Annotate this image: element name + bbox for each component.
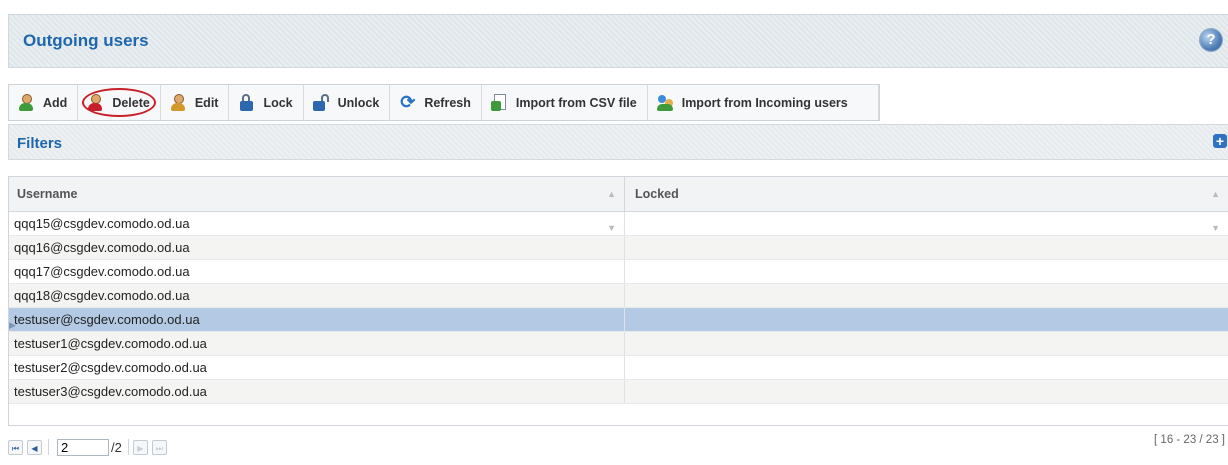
- import-incoming-users-button[interactable]: Import from Incoming users: [648, 85, 879, 120]
- delete-button-label: Delete: [112, 95, 150, 110]
- edit-button[interactable]: Edit: [161, 85, 230, 120]
- page-title: Outgoing users: [23, 31, 149, 50]
- filters-bar[interactable]: Filters +: [8, 124, 1228, 160]
- table-row-selected[interactable]: ▶ testuser@csgdev.comodo.od.ua: [9, 308, 1228, 332]
- edit-user-icon: [170, 94, 187, 111]
- expand-plus-icon[interactable]: +: [1213, 134, 1227, 148]
- username-cell: ▶ testuser@csgdev.comodo.od.ua: [9, 308, 625, 331]
- lock-button-label: Lock: [263, 95, 293, 110]
- import-csv-button-label: Import from CSV file: [515, 95, 637, 110]
- last-page-icon[interactable]: ⏭: [151, 439, 167, 455]
- username-cell: qqq16@csgdev.comodo.od.ua: [9, 236, 625, 259]
- table-row[interactable]: qqq17@csgdev.comodo.od.ua: [9, 260, 1228, 284]
- help-icon[interactable]: ?: [1200, 29, 1222, 51]
- import-csv-icon: [490, 94, 508, 111]
- table-row[interactable]: testuser3@csgdev.comodo.od.ua: [9, 380, 1228, 404]
- delete-user-icon: [87, 94, 104, 111]
- locked-cell: [625, 308, 1228, 331]
- first-page-icon[interactable]: ⏮: [8, 439, 23, 455]
- import-csv-button[interactable]: Import from CSV file: [482, 85, 648, 120]
- column-header-username[interactable]: Username ▲ ▼: [9, 177, 625, 233]
- page-number-input[interactable]: [57, 438, 109, 456]
- lock-icon: [238, 94, 255, 111]
- table-header: Username ▲ ▼ Locked ▲ ▼: [9, 177, 1228, 233]
- table-row[interactable]: qqq16@csgdev.comodo.od.ua: [9, 236, 1228, 260]
- next-page-icon[interactable]: ▶: [132, 439, 148, 455]
- table-body: qqq15@csgdev.comodo.od.ua qqq16@csgdev.c…: [9, 212, 1228, 404]
- pager-divider: [48, 439, 49, 455]
- unlock-button[interactable]: Unlock: [304, 85, 391, 120]
- import-users-icon: [656, 94, 674, 111]
- locked-cell: [625, 260, 1228, 283]
- pager-divider: [127, 439, 129, 455]
- add-user-icon: [18, 94, 35, 111]
- sort-icon[interactable]: ▲ ▼: [1211, 177, 1220, 245]
- locked-cell: [625, 284, 1228, 307]
- total-pages-label: /2: [111, 439, 122, 455]
- locked-cell: [625, 332, 1228, 355]
- pagination: ⏮ ◀ /2 ▶ ⏭: [8, 432, 171, 462]
- table-row[interactable]: testuser2@csgdev.comodo.od.ua: [9, 356, 1228, 380]
- locked-cell: [625, 356, 1228, 379]
- edit-button-label: Edit: [194, 95, 219, 110]
- toolbar: Add Delete Edit Lock Unlock ⟳ Refresh Im…: [8, 84, 880, 121]
- page-header: Outgoing users ?: [8, 14, 1228, 68]
- record-range-label: [ 16 - 23 / 23 ]: [1154, 434, 1225, 446]
- locked-cell: [625, 380, 1228, 403]
- username-cell: qqq17@csgdev.comodo.od.ua: [9, 260, 625, 283]
- username-cell: testuser1@csgdev.comodo.od.ua: [9, 332, 625, 355]
- unlock-button-label: Unlock: [337, 95, 380, 110]
- add-button-label: Add: [43, 95, 68, 110]
- add-button[interactable]: Add: [9, 85, 79, 120]
- refresh-icon: ⟳: [400, 92, 416, 112]
- users-table: Username ▲ ▼ Locked ▲ ▼ qqq15@csgdev.comod…: [8, 176, 1228, 426]
- delete-button[interactable]: Delete: [78, 85, 161, 120]
- unlock-icon: [312, 94, 330, 111]
- import-incoming-users-button-label: Import from Incoming users: [681, 95, 848, 110]
- username-cell: qqq18@csgdev.comodo.od.ua: [9, 284, 625, 307]
- locked-cell: [625, 212, 1228, 235]
- username-cell: qqq15@csgdev.comodo.od.ua: [9, 212, 625, 235]
- prev-page-icon[interactable]: ◀: [27, 439, 42, 455]
- refresh-button[interactable]: ⟳ Refresh: [390, 85, 482, 120]
- filters-title: Filters: [17, 135, 63, 152]
- table-row[interactable]: testuser1@csgdev.comodo.od.ua: [9, 332, 1228, 356]
- locked-cell: [625, 236, 1228, 259]
- lock-button[interactable]: Lock: [229, 85, 304, 120]
- column-header-locked[interactable]: Locked ▲ ▼: [625, 177, 1228, 233]
- table-row[interactable]: qqq15@csgdev.comodo.od.ua: [9, 212, 1228, 236]
- username-cell: testuser3@csgdev.comodo.od.ua: [9, 380, 625, 403]
- username-cell: testuser2@csgdev.comodo.od.ua: [9, 356, 625, 379]
- refresh-button-label: Refresh: [424, 95, 471, 110]
- table-row[interactable]: qqq18@csgdev.comodo.od.ua: [9, 284, 1228, 308]
